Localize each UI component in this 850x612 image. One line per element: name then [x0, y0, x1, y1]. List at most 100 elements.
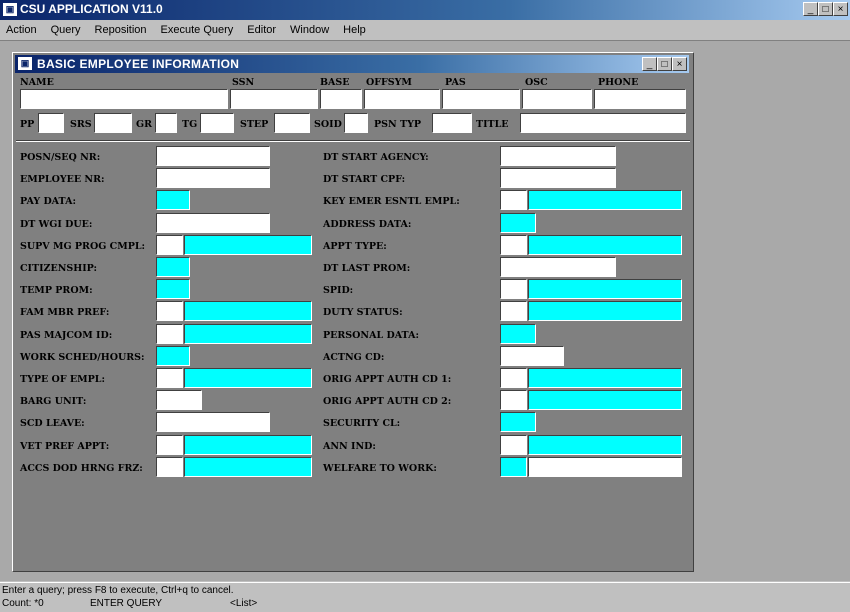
- tg-field[interactable]: [200, 113, 234, 133]
- label-gr: GR: [136, 119, 153, 130]
- left-field-8-desc-field[interactable]: [184, 324, 312, 344]
- form-close-button[interactable]: ×: [672, 57, 687, 71]
- label-osc: OSC: [525, 77, 548, 88]
- right-field-14-code-field[interactable]: [500, 457, 527, 477]
- phone-field[interactable]: [594, 89, 686, 109]
- pp-field[interactable]: [38, 113, 64, 133]
- close-button[interactable]: ×: [833, 2, 848, 16]
- right-field-13-code-field[interactable]: [500, 435, 527, 455]
- right-field-9-field[interactable]: [500, 346, 564, 366]
- left-field-7-label: FAM MBR PREF:: [20, 307, 110, 318]
- left-field-5-lov-field[interactable]: [156, 257, 190, 277]
- menu-reposition[interactable]: Reposition: [95, 24, 147, 36]
- left-field-7-desc-field[interactable]: [184, 301, 312, 321]
- status-count: Count: *0: [2, 598, 44, 609]
- status-list: <List>: [230, 598, 258, 609]
- right-field-7-desc-field[interactable]: [528, 301, 682, 321]
- right-field-13-desc-field[interactable]: [528, 435, 682, 455]
- pas-field[interactable]: [442, 89, 520, 109]
- left-field-12-field[interactable]: [156, 412, 270, 432]
- left-field-10-code-field[interactable]: [156, 368, 183, 388]
- left-field-6-lov-field[interactable]: [156, 279, 190, 299]
- left-field-4-desc-field[interactable]: [184, 235, 312, 255]
- left-field-13-code-field[interactable]: [156, 435, 183, 455]
- menu-editor[interactable]: Editor: [247, 24, 276, 36]
- menu-execute-query[interactable]: Execute Query: [161, 24, 234, 36]
- srs-field[interactable]: [94, 113, 132, 133]
- right-field-1-label: DT START CPF:: [323, 174, 406, 185]
- osc-field[interactable]: [522, 89, 592, 109]
- form-icon: ▣: [18, 57, 32, 70]
- right-field-3-lov-field[interactable]: [500, 213, 536, 233]
- right-field-14-desc-field[interactable]: [528, 457, 682, 477]
- right-field-6-code-field[interactable]: [500, 279, 527, 299]
- left-field-8-label: PAS MAJCOM ID:: [20, 330, 113, 341]
- left-field-14-desc-field[interactable]: [184, 457, 312, 477]
- left-field-2-lov-field[interactable]: [156, 190, 190, 210]
- right-field-8-lov-field[interactable]: [500, 324, 536, 344]
- left-field-7-code-field[interactable]: [156, 301, 183, 321]
- right-field-0-field[interactable]: [500, 146, 616, 166]
- offsym-field[interactable]: [364, 89, 440, 109]
- status-bar: Enter a query; press F8 to execute, Ctrl…: [0, 582, 850, 612]
- gr-field[interactable]: [155, 113, 177, 133]
- app-window-controls: _ □ ×: [803, 2, 848, 16]
- right-field-10-desc-field[interactable]: [528, 368, 682, 388]
- left-field-4-code-field[interactable]: [156, 235, 183, 255]
- left-field-9-lov-field[interactable]: [156, 346, 190, 366]
- title-field[interactable]: [520, 113, 686, 133]
- left-field-9-label: WORK SCHED/HOURS:: [20, 352, 145, 363]
- base-field[interactable]: [320, 89, 362, 109]
- label-pp: PP: [20, 119, 35, 130]
- form-window-controls: _ □ ×: [642, 57, 687, 71]
- left-field-8-code-field[interactable]: [156, 324, 183, 344]
- soid-field[interactable]: [344, 113, 368, 133]
- left-field-3-field[interactable]: [156, 213, 270, 233]
- left-field-11-field[interactable]: [156, 390, 202, 410]
- menu-window[interactable]: Window: [290, 24, 329, 36]
- right-field-7-code-field[interactable]: [500, 301, 527, 321]
- left-field-13-desc-field[interactable]: [184, 435, 312, 455]
- left-field-1-field[interactable]: [156, 168, 270, 188]
- right-field-11-code-field[interactable]: [500, 390, 527, 410]
- minimize-button[interactable]: _: [803, 2, 818, 16]
- right-field-4-desc-field[interactable]: [528, 235, 682, 255]
- menu-help[interactable]: Help: [343, 24, 366, 36]
- psn-typ-field[interactable]: [432, 113, 472, 133]
- label-step: STEP: [240, 119, 269, 130]
- left-field-5-label: CITIZENSHIP:: [20, 263, 97, 274]
- menu-query[interactable]: Query: [51, 24, 81, 36]
- app-title: CSU APPLICATION V11.0: [20, 2, 163, 16]
- right-field-2-desc-field[interactable]: [528, 190, 682, 210]
- right-field-4-label: APPT TYPE:: [323, 241, 387, 252]
- right-field-12-lov-field[interactable]: [500, 412, 536, 432]
- right-field-12-label: SECURITY CL:: [323, 418, 401, 429]
- label-base: BASE: [320, 77, 350, 88]
- left-field-3-label: DT WGI DUE:: [20, 219, 93, 230]
- right-field-5-field[interactable]: [500, 257, 616, 277]
- right-field-2-code-field[interactable]: [500, 190, 527, 210]
- right-field-11-desc-field[interactable]: [528, 390, 682, 410]
- form-title: BASIC EMPLOYEE INFORMATION: [37, 57, 240, 71]
- left-field-13-label: VET PREF APPT:: [20, 441, 110, 452]
- right-field-6-desc-field[interactable]: [528, 279, 682, 299]
- form-minimize-button[interactable]: _: [642, 57, 657, 71]
- right-field-10-code-field[interactable]: [500, 368, 527, 388]
- name-field[interactable]: [20, 89, 228, 109]
- right-field-3-label: ADDRESS DATA:: [323, 219, 412, 230]
- form-maximize-button[interactable]: □: [657, 57, 672, 71]
- menu-action[interactable]: Action: [6, 24, 37, 36]
- right-field-4-code-field[interactable]: [500, 235, 527, 255]
- ssn-field[interactable]: [230, 89, 318, 109]
- label-offsym: OFFSYM: [366, 77, 412, 88]
- right-field-1-field[interactable]: [500, 168, 616, 188]
- left-field-10-desc-field[interactable]: [184, 368, 312, 388]
- step-field[interactable]: [274, 113, 310, 133]
- maximize-button[interactable]: □: [818, 2, 833, 16]
- right-field-5-label: DT LAST PROM:: [323, 263, 411, 274]
- label-soid: SOID: [314, 119, 342, 130]
- right-field-9-label: ACTNG CD:: [323, 352, 385, 363]
- left-field-1-label: EMPLOYEE NR:: [20, 174, 105, 185]
- left-field-0-field[interactable]: [156, 146, 270, 166]
- left-field-14-code-field[interactable]: [156, 457, 183, 477]
